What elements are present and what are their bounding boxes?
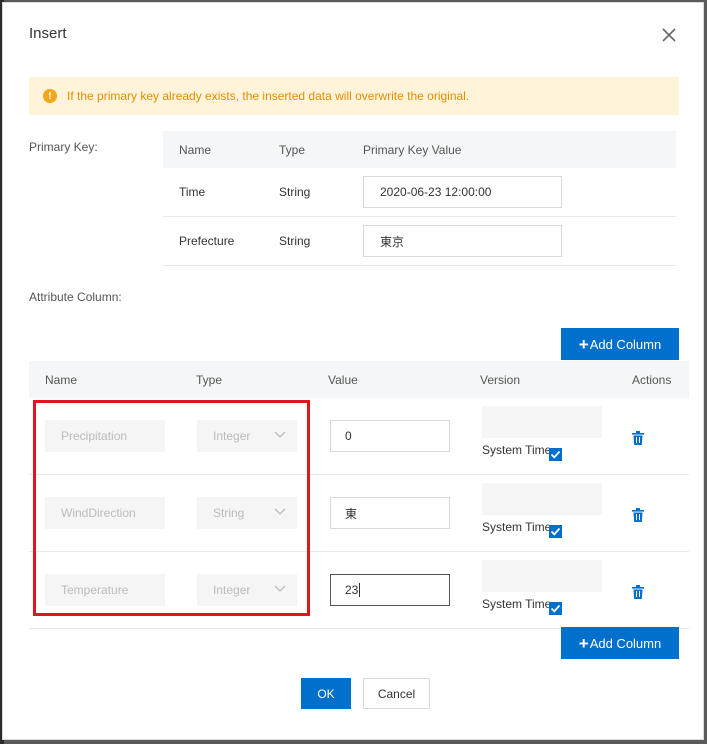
table-row: Prefecture String 東京 xyxy=(163,217,676,266)
attr-header-version: Version xyxy=(480,372,521,387)
add-column-label: Add Column xyxy=(589,336,662,352)
attr-type-value: Integer xyxy=(213,429,251,443)
warning-alert: ! If the primary key already exists, the… xyxy=(29,77,679,115)
table-row: WindDirection String 東 System Time xyxy=(29,475,689,552)
cancel-button[interactable]: Cancel xyxy=(363,678,430,709)
attr-name-field: WindDirection xyxy=(45,497,165,529)
trash-icon[interactable] xyxy=(632,508,644,522)
attr-header-type: Type xyxy=(196,372,223,387)
add-column-button-top[interactable]: + Add Column xyxy=(561,328,679,360)
attr-type-select: Integer xyxy=(197,420,297,452)
primary-key-label: Primary Key: xyxy=(29,140,98,154)
pk-row-type: String xyxy=(279,185,311,199)
ok-button[interactable]: OK xyxy=(301,678,351,709)
chevron-down-icon xyxy=(274,585,286,592)
attr-header-value: Value xyxy=(328,372,358,387)
primary-key-table: Name Type Primary Key Value Time String … xyxy=(163,131,676,266)
pk-row-type: String xyxy=(279,234,311,248)
plus-icon: + xyxy=(578,334,589,354)
trash-icon[interactable] xyxy=(632,431,644,445)
pk-prefecture-input[interactable]: 東京 xyxy=(363,225,562,257)
checkbox-checked-icon xyxy=(550,527,561,536)
attr-value-text: 23 xyxy=(345,583,359,597)
attr-type-select: Integer xyxy=(197,574,297,606)
system-time-checkbox[interactable] xyxy=(549,448,562,461)
attr-type-select: String xyxy=(197,497,297,529)
close-button[interactable] xyxy=(659,25,679,45)
attr-name-field: Temperature xyxy=(45,574,165,606)
pk-header-name: Name xyxy=(179,142,212,157)
system-time-label: System Time xyxy=(482,443,552,457)
pk-header-type: Type xyxy=(279,142,306,157)
attr-header-actions: Actions xyxy=(632,372,672,387)
close-icon xyxy=(662,28,676,42)
attribute-column-label: Attribute Column: xyxy=(29,290,122,304)
text-cursor xyxy=(359,583,361,597)
plus-icon: + xyxy=(578,633,589,653)
warning-icon: ! xyxy=(43,89,57,103)
system-time-checkbox[interactable] xyxy=(549,525,562,538)
add-column-label: Add Column xyxy=(589,635,662,651)
version-input xyxy=(482,483,602,515)
attr-value-input[interactable]: 0 xyxy=(330,420,450,452)
attr-value-input[interactable]: 東 xyxy=(330,497,450,529)
checkbox-checked-icon xyxy=(550,450,561,459)
chevron-down-icon xyxy=(274,508,286,515)
chevron-down-icon xyxy=(274,431,286,438)
version-input xyxy=(482,406,602,438)
trash-icon[interactable] xyxy=(632,585,644,599)
pk-header-value: Primary Key Value xyxy=(363,142,462,157)
pk-row-name: Time xyxy=(179,185,206,199)
attr-type-value: String xyxy=(213,506,245,520)
table-row: Temperature Integer 23 System Time xyxy=(29,552,689,629)
alert-text: If the primary key already exists, the i… xyxy=(67,89,470,103)
attr-value-input[interactable]: 23 xyxy=(330,574,450,606)
attr-header-name: Name xyxy=(45,372,78,387)
pk-time-input[interactable]: 2020-06-23 12:00:00 xyxy=(363,176,562,208)
pk-row-name: Prefecture xyxy=(179,234,235,248)
primary-key-table-header: Name Type Primary Key Value xyxy=(163,131,676,168)
checkbox-checked-icon xyxy=(550,604,561,613)
table-row: Time String 2020-06-23 12:00:00 xyxy=(163,168,676,217)
system-time-label: System Time xyxy=(482,520,552,534)
system-time-label: System Time xyxy=(482,597,552,611)
table-row: Precipitation Integer 0 System Time xyxy=(29,398,689,475)
attr-name-field: Precipitation xyxy=(45,420,165,452)
system-time-checkbox[interactable] xyxy=(549,602,562,615)
attribute-table: Name Type Value Version Actions Precipit… xyxy=(29,361,689,629)
dialog-title: Insert xyxy=(29,25,67,42)
attribute-table-header: Name Type Value Version Actions xyxy=(29,361,689,398)
attr-type-value: Integer xyxy=(213,583,251,597)
add-column-button-bottom[interactable]: + Add Column xyxy=(561,627,679,659)
insert-dialog: Insert ! If the primary key already exis… xyxy=(2,2,704,740)
version-input xyxy=(482,560,602,592)
